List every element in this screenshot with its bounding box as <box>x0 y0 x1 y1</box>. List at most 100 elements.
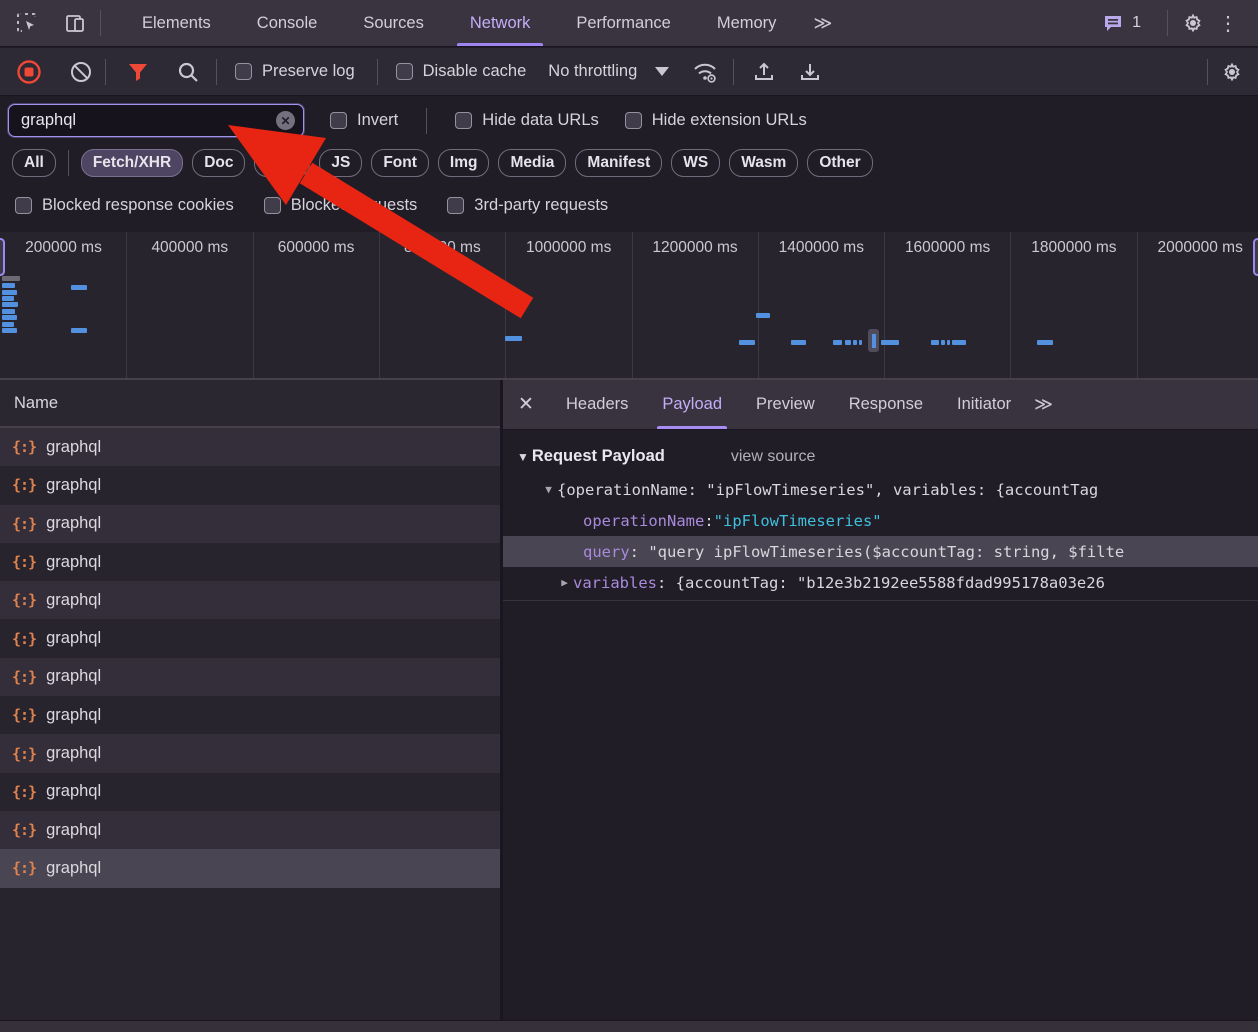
request-name: graphql <box>46 514 101 533</box>
tab-console[interactable]: Console <box>234 0 341 46</box>
network-conditions-icon[interactable] <box>691 58 719 86</box>
chip-fetch-xhr[interactable]: Fetch/XHR <box>81 149 183 177</box>
request-name: graphql <box>46 591 101 610</box>
invert-box[interactable] <box>330 112 347 129</box>
chip-img[interactable]: Img <box>438 149 490 177</box>
checkbox-box[interactable] <box>264 197 281 214</box>
waterfall-bar <box>931 340 939 345</box>
device-toolbar-icon[interactable] <box>60 8 90 38</box>
filter-opts-divider <box>426 108 427 134</box>
waterfall-bar <box>1037 340 1053 345</box>
invert-checkbox[interactable]: Invert <box>330 111 398 130</box>
expanded-caret-icon[interactable]: ▼ <box>540 483 557 496</box>
payload-expand-icon[interactable]: ▼ <box>517 450 529 464</box>
overview-left-handle[interactable] <box>0 238 5 276</box>
filter-input-wrap: ✕ <box>8 104 304 137</box>
request-row[interactable]: {:}graphql <box>0 849 500 887</box>
toolbar2-divider-4 <box>733 59 734 85</box>
filter-input[interactable] <box>21 111 276 130</box>
blocked-requests-checkbox[interactable]: Blocked requests <box>264 196 418 215</box>
chip-manifest[interactable]: Manifest <box>575 149 662 177</box>
detail-tab-preview[interactable]: Preview <box>739 380 832 429</box>
import-har-icon[interactable] <box>750 58 778 86</box>
request-row[interactable]: {:} graphql <box>0 581 500 619</box>
waterfall-bar <box>2 296 14 301</box>
tab-elements[interactable]: Elements <box>119 0 234 46</box>
hide-data-urls-label: Hide data URLs <box>482 111 598 130</box>
menu-dots-icon[interactable]: ⋮ <box>1208 11 1248 36</box>
detail-more-tabs-icon[interactable]: ≫ <box>1034 394 1053 415</box>
export-har-icon[interactable] <box>796 58 824 86</box>
payload-tree: ▼{operationName: "ipFlowTimeseries", var… <box>503 474 1258 598</box>
clear-filter-icon[interactable]: ✕ <box>276 111 295 130</box>
payload-line[interactable]: operationName: "ipFlowTimeseries" <box>503 505 1258 536</box>
request-row[interactable]: {:}graphql <box>0 734 500 772</box>
waterfall-bar <box>833 340 842 345</box>
inspect-element-icon[interactable] <box>12 8 42 38</box>
collapsed-caret-icon[interactable]: ▶ <box>556 576 573 589</box>
chip-other[interactable]: Other <box>807 149 872 177</box>
tab-performance[interactable]: Performance <box>553 0 693 46</box>
record-network-log-icon[interactable] <box>15 58 43 86</box>
detail-tab-payload[interactable]: Payload <box>645 380 739 429</box>
payload-line[interactable]: query: "query ipFlowTimeseries($accountT… <box>503 536 1258 567</box>
chip-wasm[interactable]: Wasm <box>729 149 798 177</box>
request-row[interactable]: {:}graphql <box>0 696 500 734</box>
disable-cache-checkbox[interactable]: Disable cache <box>396 62 527 81</box>
bottom-scrollbar-track[interactable] <box>0 1020 1258 1032</box>
chip-doc[interactable]: Doc <box>192 149 245 177</box>
network-overview-timeline[interactable]: 200000 ms400000 ms600000 ms800000 ms1000… <box>0 232 1258 380</box>
request-row[interactable]: {:}graphql <box>0 466 500 504</box>
request-row[interactable]: {:}graphql <box>0 428 500 466</box>
chip-font[interactable]: Font <box>371 149 429 177</box>
request-row[interactable]: {:}graphql <box>0 505 500 543</box>
waterfall-bar <box>756 313 770 318</box>
more-tabs-icon[interactable]: ≫ <box>799 0 846 46</box>
preserve-log-box[interactable] <box>235 63 252 80</box>
panel-tabs: ElementsConsoleSourcesNetworkPerformance… <box>119 0 799 46</box>
preserve-log-checkbox[interactable]: Preserve log <box>235 62 355 81</box>
hide-extension-urls-box[interactable] <box>625 112 642 129</box>
chip-css[interactable]: CSS <box>254 149 310 177</box>
request-row[interactable]: {:}graphql <box>0 811 500 849</box>
hide-data-urls-box[interactable] <box>455 112 472 129</box>
network-settings-gear-icon[interactable] <box>1218 58 1246 86</box>
payload-line[interactable]: ▶variables: {accountTag: "b12e3b2192ee55… <box>503 567 1258 598</box>
3rd-party-requests-checkbox[interactable]: 3rd-party requests <box>447 196 608 215</box>
checkbox-box[interactable] <box>447 197 464 214</box>
hide-data-urls-checkbox[interactable]: Hide data URLs <box>455 111 598 130</box>
tab-memory[interactable]: Memory <box>694 0 800 46</box>
search-icon[interactable] <box>174 58 202 86</box>
blocked-response-cookies-checkbox[interactable]: Blocked response cookies <box>15 196 234 215</box>
json-icon: {:} <box>12 591 36 609</box>
chip-ws[interactable]: WS <box>671 149 720 177</box>
chip-js[interactable]: JS <box>319 149 362 177</box>
settings-gear-icon[interactable] <box>1178 8 1208 38</box>
detail-tab-headers[interactable]: Headers <box>549 380 645 429</box>
tab-sources[interactable]: Sources <box>340 0 447 46</box>
request-row[interactable]: {:}graphql <box>0 619 500 657</box>
payload-line[interactable]: ▼{operationName: "ipFlowTimeseries", var… <box>503 474 1258 505</box>
hide-extension-urls-checkbox[interactable]: Hide extension URLs <box>625 111 807 130</box>
checkbox-box[interactable] <box>15 197 32 214</box>
filter-funnel-icon[interactable] <box>124 58 152 86</box>
request-row[interactable]: {:}graphql <box>0 773 500 811</box>
name-column-header[interactable]: Name <box>0 380 500 428</box>
close-detail-icon[interactable]: ✕ <box>503 393 549 416</box>
clear-network-log-icon[interactable] <box>67 58 95 86</box>
request-payload-header[interactable]: ▼ Request Payload view source <box>517 447 1258 466</box>
issues-indicator[interactable]: 1 <box>1102 12 1141 34</box>
view-source-link[interactable]: view source <box>731 448 815 466</box>
json-icon: {:} <box>12 630 36 648</box>
request-row[interactable]: {:}graphql <box>0 658 500 696</box>
overview-right-handle[interactable] <box>1253 238 1258 276</box>
timeline-tick-label: 400000 ms <box>126 239 253 257</box>
chip-all[interactable]: All <box>12 149 56 177</box>
throttling-dropdown[interactable]: No throttling <box>548 62 669 81</box>
chip-media[interactable]: Media <box>498 149 566 177</box>
disable-cache-box[interactable] <box>396 63 413 80</box>
detail-tab-response[interactable]: Response <box>832 380 940 429</box>
tab-network[interactable]: Network <box>447 0 554 46</box>
detail-tab-initiator[interactable]: Initiator <box>940 380 1028 429</box>
request-row[interactable]: {:}graphql <box>0 543 500 581</box>
